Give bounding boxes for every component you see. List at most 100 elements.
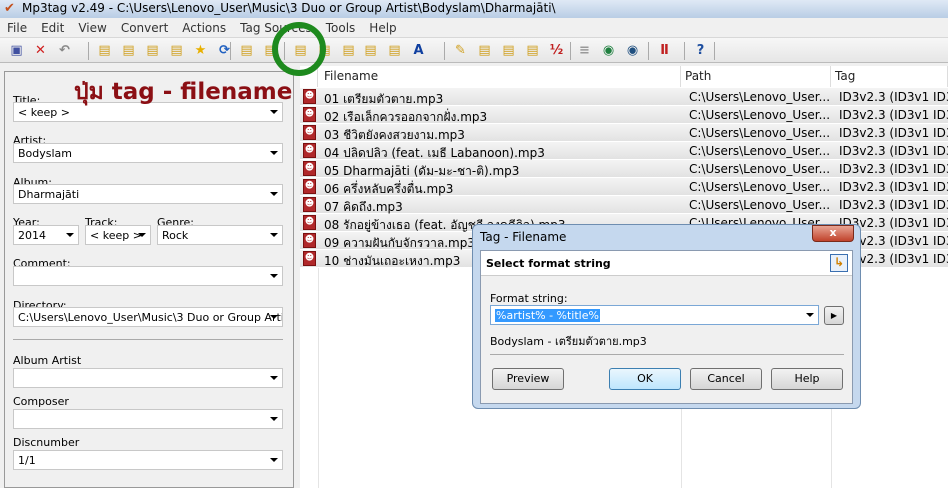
- cancel-button[interactable]: Cancel: [690, 368, 762, 390]
- add-directory-icon[interactable]: ▤: [120, 42, 137, 59]
- table-row[interactable]: ☻ 01 เตรียมตัวตาย.mp3 C:\Users\Lenovo_User…: [300, 88, 948, 106]
- tag-panel: Title: < keep > Artist: Bodyslam Album: Dharm…: [4, 71, 294, 488]
- album-field[interactable]: Dharmajāti: [13, 184, 283, 204]
- chevron-down-icon[interactable]: [270, 110, 278, 114]
- menu-tools[interactable]: Tools: [319, 18, 363, 35]
- cell-tag: ID3v2.3 (ID3v1 ID3v: [839, 126, 948, 140]
- preview-button[interactable]: Preview: [492, 368, 564, 390]
- genre-field[interactable]: Rock: [157, 225, 283, 245]
- chevron-down-icon[interactable]: [270, 274, 278, 278]
- toolbar-separator: [684, 42, 685, 60]
- dialog-heading: Select format string ↳: [481, 251, 852, 276]
- text-file-tag-icon[interactable]: ▤: [340, 42, 357, 59]
- chevron-down-icon[interactable]: [270, 192, 278, 196]
- cell-path: C:\Users\Lenovo_User...: [689, 126, 831, 140]
- preview-text: Bodyslam - เตรียมตัวตาย.mp3: [490, 335, 647, 348]
- app-icon: ✔: [4, 1, 15, 16]
- artist-field[interactable]: Bodyslam: [13, 143, 283, 163]
- import-icon[interactable]: ▤: [476, 42, 493, 59]
- web-source-icon[interactable]: ◉: [600, 42, 617, 59]
- menu-file[interactable]: File: [0, 18, 34, 35]
- mp3-file-icon: ☻: [303, 179, 316, 194]
- directory-value: C:\Users\Lenovo_User\Music\3 Duo or Grou…: [18, 311, 283, 324]
- save-icon[interactable]: ▣: [8, 42, 25, 59]
- action-icon[interactable]: ▤: [386, 42, 403, 59]
- discnumber-field[interactable]: 1/1: [13, 450, 283, 470]
- print-icon[interactable]: ▤: [238, 42, 255, 59]
- title-value: < keep >: [18, 106, 70, 119]
- chevron-down-icon[interactable]: [270, 458, 278, 462]
- cell-path: C:\Users\Lenovo_User...: [689, 180, 831, 194]
- chevron-down-icon[interactable]: [270, 417, 278, 421]
- toolbar-separator: [88, 42, 89, 60]
- track-field[interactable]: < keep >: [85, 225, 151, 245]
- table-row[interactable]: ☻ 03 ชีวิตยังคงสวยงาม.mp3 C:\Users\Lenovo_…: [300, 124, 948, 142]
- tag-sources-icon[interactable]: ◉: [624, 42, 641, 59]
- toolbar-separator: [714, 42, 715, 60]
- menu-convert[interactable]: Convert: [114, 18, 175, 35]
- help-button[interactable]: Help: [771, 368, 843, 390]
- toolbar-separator: [230, 42, 231, 60]
- cell-tag: ID3v2.3 (ID3v1 ID3v: [839, 162, 948, 176]
- column-path[interactable]: Path: [681, 66, 831, 87]
- chevron-down-icon[interactable]: [270, 233, 278, 237]
- chevron-down-icon[interactable]: [806, 313, 814, 317]
- extended-tags-icon[interactable]: ✎: [452, 42, 469, 59]
- undo-icon[interactable]: ↶: [56, 42, 73, 59]
- playlist-icon[interactable]: ▤: [168, 42, 185, 59]
- menu-view[interactable]: View: [71, 18, 113, 35]
- chevron-down-icon[interactable]: [270, 151, 278, 155]
- change-directory-icon[interactable]: ▤: [96, 42, 113, 59]
- export-icon[interactable]: ▤: [144, 42, 161, 59]
- help-icon[interactable]: ?: [692, 42, 709, 59]
- ok-button[interactable]: OK: [609, 368, 681, 390]
- menu-help[interactable]: Help: [362, 18, 403, 35]
- dialog-title: Tag - Filename: [480, 230, 567, 244]
- cell-tag: ID3v2.3 (ID3v1 ID3v: [839, 144, 948, 158]
- freedb-icon[interactable]: ≡: [576, 42, 593, 59]
- table-row[interactable]: ☻ 07 คิดถึง.mp3 C:\Users\Lenovo_User... ID3…: [300, 196, 948, 214]
- cell-path: C:\Users\Lenovo_User...: [689, 108, 831, 122]
- cell-path: C:\Users\Lenovo_User...: [689, 162, 831, 176]
- chevron-down-icon[interactable]: [270, 376, 278, 380]
- chevron-down-icon[interactable]: [66, 233, 74, 237]
- autonumber-icon[interactable]: ½: [548, 42, 565, 59]
- cell-tag: ID3v2.3 (ID3v1 ID3v: [839, 108, 948, 122]
- mp3-file-icon: ☻: [303, 233, 316, 248]
- export-list-icon[interactable]: ▤: [500, 42, 517, 59]
- toolbar-separator: [648, 42, 649, 60]
- album-artist-field[interactable]: [13, 368, 283, 388]
- menu-bar: File Edit View Convert Actions Tag Sources Too…: [0, 18, 948, 38]
- mp3-file-icon: ☻: [303, 197, 316, 212]
- case-conversion-icon[interactable]: A: [410, 42, 427, 59]
- remove-tag-icon[interactable]: ✕: [32, 42, 49, 59]
- table-row[interactable]: ☻ 06 ครึ่งหลับครึ่งตื่น.mp3 C:\Users\Lenov…: [300, 178, 948, 196]
- chevron-down-icon[interactable]: [138, 233, 146, 237]
- favorites-icon[interactable]: ★: [192, 42, 209, 59]
- export-list2-icon[interactable]: ▤: [524, 42, 541, 59]
- table-row[interactable]: ☻ 02 เรือเล็กควรออกจากฝั่ง.mp3 C:\Users\Le…: [300, 106, 948, 124]
- menu-actions[interactable]: Actions: [175, 18, 233, 35]
- menu-edit[interactable]: Edit: [34, 18, 71, 35]
- table-row[interactable]: ☻ 04 ปลิดปลิว (feat. เมธี Labanoon).mp3 C:…: [300, 142, 948, 160]
- track-value: < keep >: [90, 229, 142, 242]
- table-row[interactable]: ☻ 05 Dharmajāti (ดัม-มะ-ชา-ติ).mp3 C:\User…: [300, 160, 948, 178]
- comment-field[interactable]: [13, 266, 283, 286]
- placeholder-menu-button[interactable]: ▶: [824, 306, 844, 325]
- directory-field[interactable]: C:\Users\Lenovo_User\Music\3 Duo or Grou…: [13, 307, 283, 327]
- cell-path: C:\Users\Lenovo_User...: [689, 198, 831, 212]
- column-tag[interactable]: Tag: [831, 66, 948, 87]
- chevron-down-icon[interactable]: [270, 315, 278, 319]
- format-string-input[interactable]: %artist% - %title%: [490, 305, 819, 325]
- mp3-file-icon: ☻: [303, 143, 316, 158]
- cell-tag: ID3v2.3 (ID3v1 ID3v: [839, 180, 948, 194]
- toolbar: ▣ ✕ ↶ ▤ ▤ ▤ ▤ ★ ⟳ ▤ ▤ ▤ ▤ ▤ ▤ ▤ A ✎ ▤ ▤ ▤ ½ ≡ ◉ ◉ Ⅱ?: [0, 38, 948, 63]
- composer-field[interactable]: [13, 409, 283, 429]
- year-field[interactable]: 2014: [13, 225, 79, 245]
- column-filename[interactable]: Filename: [318, 66, 681, 87]
- close-button[interactable]: x: [812, 225, 854, 242]
- tag-tag-icon[interactable]: ▤: [362, 42, 379, 59]
- options-icon[interactable]: Ⅱ: [656, 42, 673, 59]
- cell-tag: ID3v2.3 (ID3v1 ID3v: [839, 90, 948, 104]
- divider: [490, 354, 844, 355]
